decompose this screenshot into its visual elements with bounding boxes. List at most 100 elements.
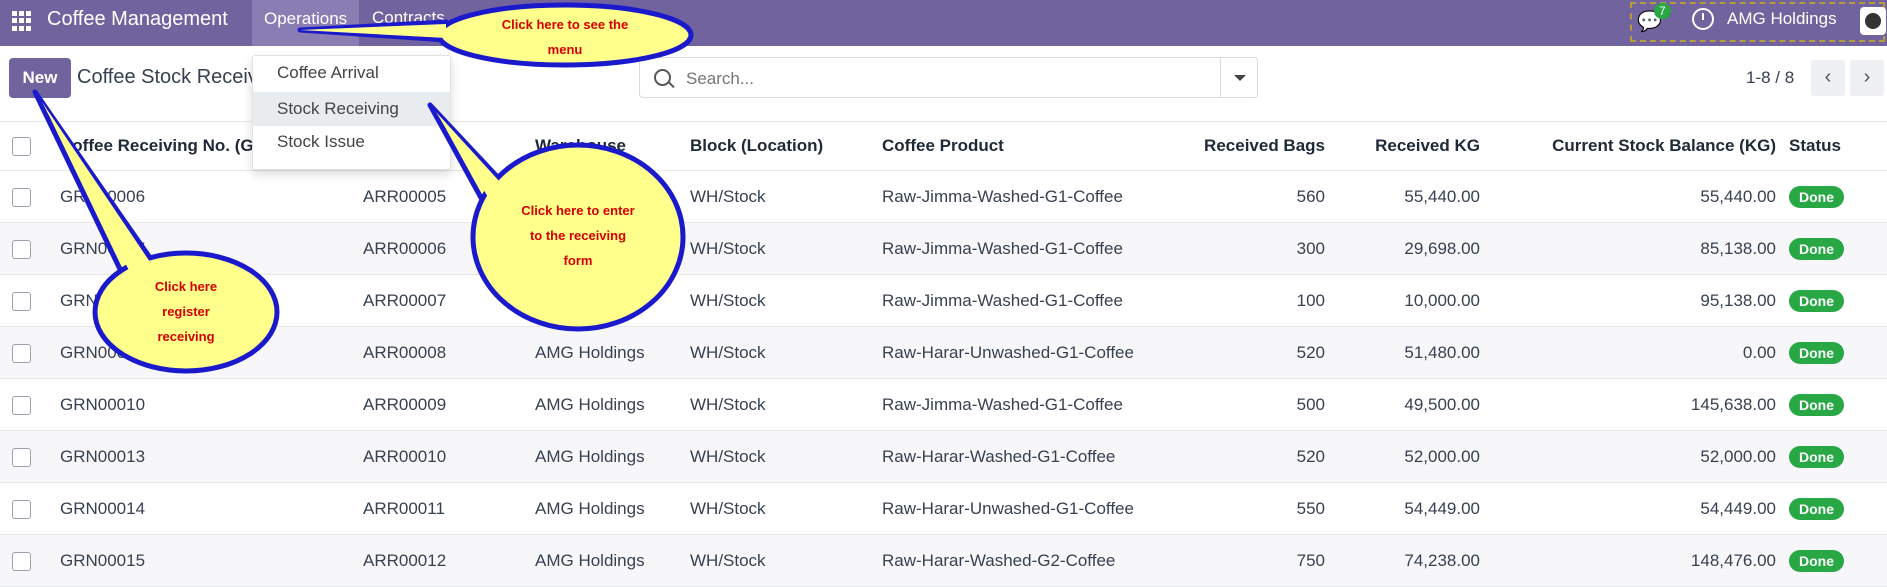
- table-row[interactable]: GRN00013 ARR00010 AMG Holdings WH/Stock Raw-…: [0, 430, 1887, 483]
- cell-kg: 52,000.00: [1326, 430, 1481, 483]
- cell-status: Done: [1777, 534, 1887, 587]
- col-header-status[interactable]: Status: [1777, 121, 1887, 171]
- cell-bags: 560: [1183, 170, 1326, 223]
- cell-bags: 750: [1183, 534, 1326, 587]
- activity-clock-icon[interactable]: [1692, 8, 1714, 30]
- pager-previous-button[interactable]: ‹: [1811, 60, 1845, 96]
- cell-grn: GRN00013: [59, 430, 362, 483]
- cell-kg: 74,238.00: [1326, 534, 1481, 587]
- cell-product: Raw-Jimma-Washed-G1-Coffee: [881, 378, 1183, 431]
- row-checkbox[interactable]: [12, 187, 31, 207]
- col-header-kg[interactable]: Received KG: [1326, 121, 1481, 171]
- cell-grn: GRN00010: [59, 378, 362, 431]
- col-header-balance[interactable]: Current Stock Balance (KG): [1481, 121, 1777, 171]
- search-input[interactable]: [684, 58, 1208, 99]
- search-icon: [654, 69, 671, 86]
- row-checkbox[interactable]: [12, 343, 31, 363]
- cell-warehouse: AMG Holdings: [534, 170, 689, 223]
- cell-balance: 54,449.00: [1481, 482, 1777, 535]
- cell-bags: 520: [1183, 326, 1326, 379]
- table-row[interactable]: GRN00009 ARR00008 AMG Holdings WH/Stock Raw-…: [0, 326, 1887, 379]
- table-row[interactable]: GRN00007 ARR00006 AMG Holdings WH/Stock Raw-…: [0, 222, 1887, 275]
- cell-arrival: ARR00012: [362, 534, 534, 587]
- cell-warehouse: AMG Holdings: [534, 430, 689, 483]
- search-bar: [639, 57, 1258, 99]
- cell-status: Done: [1777, 170, 1887, 223]
- cell-product: Raw-Harar-Unwashed-G1-Coffee: [881, 482, 1183, 535]
- cell-warehouse: AMG Holdings: [534, 482, 689, 535]
- cell-block: WH/Stock: [689, 378, 881, 431]
- operations-dropdown: Coffee Arrival Stock Receiving Stock Iss…: [252, 55, 451, 170]
- cell-grn: GRN00009: [59, 326, 362, 379]
- cell-warehouse: AMG Holdings: [534, 326, 689, 379]
- select-all-checkbox[interactable]: [12, 137, 31, 156]
- cell-grn: GRN00008: [59, 274, 362, 327]
- cell-status: Done: [1777, 378, 1887, 431]
- row-checkbox[interactable]: [12, 551, 31, 571]
- cell-status: Done: [1777, 482, 1887, 535]
- top-navbar: Coffee Management Operations Contracts 💬…: [0, 0, 1887, 46]
- app-title[interactable]: Coffee Management: [47, 8, 228, 31]
- status-badge: Done: [1789, 445, 1844, 468]
- cell-product: Raw-Harar-Unwashed-G1-Coffee: [881, 326, 1183, 379]
- pager-next-button[interactable]: ›: [1850, 60, 1884, 96]
- cell-status: Done: [1777, 430, 1887, 483]
- cell-grn: GRN00015: [59, 534, 362, 587]
- cell-warehouse: AMG Holdings: [534, 534, 689, 587]
- cell-warehouse: AMG Holdings: [534, 378, 689, 431]
- cell-arrival: ARR00009: [362, 378, 534, 431]
- new-button[interactable]: New: [9, 58, 71, 98]
- col-header-product[interactable]: Coffee Product: [881, 121, 1183, 171]
- table-row[interactable]: GRN00015 ARR00012 AMG Holdings WH/Stock Raw-…: [0, 534, 1887, 587]
- company-switcher[interactable]: AMG Holdings: [1727, 9, 1837, 29]
- status-badge: Done: [1789, 549, 1844, 572]
- cell-product: Raw-Harar-Washed-G1-Coffee: [881, 430, 1183, 483]
- cell-balance: 148,476.00: [1481, 534, 1777, 587]
- cell-product: Raw-Jimma-Washed-G1-Coffee: [881, 274, 1183, 327]
- row-checkbox-cell: [0, 326, 59, 379]
- col-header-bags[interactable]: Received Bags: [1183, 121, 1326, 171]
- cell-balance: 55,440.00: [1481, 170, 1777, 223]
- cell-balance: 0.00: [1481, 326, 1777, 379]
- cell-warehouse: AMG Holdings: [534, 222, 689, 275]
- cell-status: Done: [1777, 274, 1887, 327]
- col-header-block[interactable]: Block (Location): [689, 121, 881, 171]
- status-badge: Done: [1789, 289, 1844, 312]
- cell-kg: 51,480.00: [1326, 326, 1481, 379]
- cell-bags: 550: [1183, 482, 1326, 535]
- apps-grid-icon[interactable]: [12, 11, 32, 31]
- row-checkbox[interactable]: [12, 395, 31, 415]
- table-row[interactable]: GRN00010 ARR00009 AMG Holdings WH/Stock Raw-…: [0, 378, 1887, 431]
- cell-status: Done: [1777, 326, 1887, 379]
- status-badge: Done: [1789, 393, 1844, 416]
- cell-balance: 52,000.00: [1481, 430, 1777, 483]
- cell-product: Raw-Jimma-Washed-G1-Coffee: [881, 222, 1183, 275]
- menu-item-stock-receiving[interactable]: Stock Receiving: [253, 92, 450, 126]
- row-checkbox[interactable]: [12, 291, 31, 311]
- menu-item-stock-issue[interactable]: Stock Issue: [253, 125, 450, 159]
- receiving-list-table: Coffee Receiving No. (GRN) Arrival Ref W…: [0, 121, 1887, 587]
- cell-bags: 520: [1183, 430, 1326, 483]
- row-checkbox[interactable]: [12, 447, 31, 467]
- table-row[interactable]: GRN00008 ARR00007 AMG Holdings WH/Stock Raw-…: [0, 274, 1887, 327]
- row-checkbox-cell: [0, 534, 59, 587]
- row-checkbox-cell: [0, 430, 59, 483]
- menu-item-coffee-arrival[interactable]: Coffee Arrival: [253, 56, 450, 90]
- search-options-toggle[interactable]: [1220, 58, 1257, 97]
- user-avatar[interactable]: [1860, 7, 1886, 35]
- cell-bags: 300: [1183, 222, 1326, 275]
- row-checkbox[interactable]: [12, 499, 31, 519]
- menu-operations[interactable]: Operations: [252, 0, 360, 46]
- pager-value[interactable]: 1-8 / 8: [1746, 68, 1794, 88]
- cell-kg: 54,449.00: [1326, 482, 1481, 535]
- cell-product: Raw-Jimma-Washed-G1-Coffee: [881, 170, 1183, 223]
- cell-block: WH/Stock: [689, 326, 881, 379]
- table-row[interactable]: GRN00006 ARR00005 AMG Holdings WH/Stock Raw-…: [0, 170, 1887, 223]
- row-checkbox[interactable]: [12, 239, 31, 259]
- col-header-warehouse[interactable]: Warehouse: [534, 121, 689, 171]
- status-badge: Done: [1789, 497, 1844, 520]
- cell-bags: 100: [1183, 274, 1326, 327]
- cell-bags: 500: [1183, 378, 1326, 431]
- table-row[interactable]: GRN00014 ARR00011 AMG Holdings WH/Stock Raw-…: [0, 482, 1887, 535]
- menu-contracts[interactable]: Contracts: [372, 8, 445, 28]
